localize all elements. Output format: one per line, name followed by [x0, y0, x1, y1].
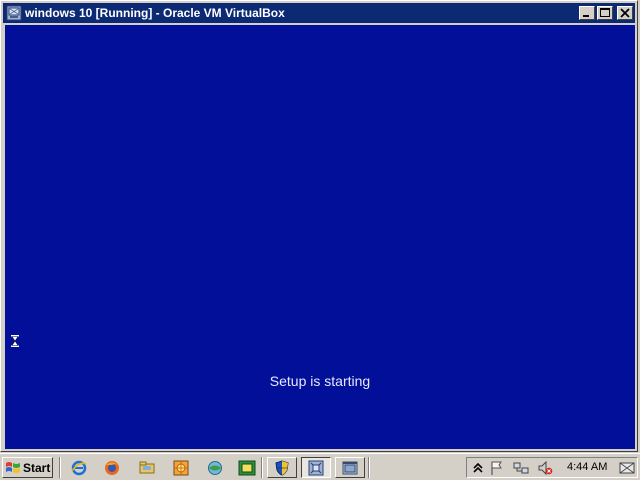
- desktop: windows 10 [Running] - Oracle VM Virtual…: [0, 0, 640, 480]
- app-icon[interactable]: [238, 459, 256, 477]
- task-button-virtualbox[interactable]: [301, 457, 331, 478]
- virtualbox-window: windows 10 [Running] - Oracle VM Virtual…: [0, 0, 638, 452]
- window-controls: [579, 6, 633, 20]
- windows-logo-icon: [6, 461, 20, 473]
- close-icon: [620, 8, 630, 18]
- hourglass-icon: [11, 335, 19, 347]
- show-desktop-icon[interactable]: [619, 460, 635, 476]
- window-title: windows 10 [Running] - Oracle VM Virtual…: [25, 6, 285, 20]
- taskbar-separator: [261, 457, 263, 478]
- clock[interactable]: 4:44 AM: [567, 461, 607, 473]
- title-bar[interactable]: windows 10 [Running] - Oracle VM Virtual…: [3, 3, 635, 23]
- folder-icon[interactable]: [138, 459, 156, 477]
- taskbar-separator: [59, 457, 61, 478]
- window-task-icon: [342, 461, 358, 474]
- network-icon[interactable]: [206, 459, 224, 477]
- close-button[interactable]: [617, 6, 633, 20]
- flag-icon[interactable]: [489, 460, 505, 476]
- internet-explorer-icon[interactable]: [70, 459, 88, 477]
- start-label: Start: [23, 460, 51, 475]
- firefox-icon[interactable]: [103, 459, 121, 477]
- media-icon[interactable]: [172, 459, 190, 477]
- vm-display[interactable]: Setup is starting: [5, 25, 635, 449]
- setup-status-text: Setup is starting: [269, 373, 371, 389]
- system-tray: 4:44 AM: [466, 457, 638, 478]
- chevron-up-icon[interactable]: [470, 460, 486, 476]
- taskbar-separator: [368, 457, 370, 478]
- task-button-window[interactable]: [335, 457, 365, 478]
- volume-muted-icon[interactable]: [537, 460, 553, 476]
- taskbar: Start 4:44 AM: [0, 453, 640, 480]
- virtualbox-app-icon[interactable]: [6, 5, 22, 21]
- virtualbox-task-icon: [308, 460, 324, 475]
- minimize-icon: [583, 15, 589, 17]
- network-tray-icon[interactable]: [513, 460, 529, 476]
- minimize-button[interactable]: [579, 6, 595, 20]
- maximize-icon: [600, 8, 610, 17]
- shield-task-icon: [275, 459, 289, 476]
- maximize-button[interactable]: [597, 6, 613, 20]
- task-button-shield[interactable]: [267, 457, 297, 478]
- start-button[interactable]: Start: [2, 457, 53, 478]
